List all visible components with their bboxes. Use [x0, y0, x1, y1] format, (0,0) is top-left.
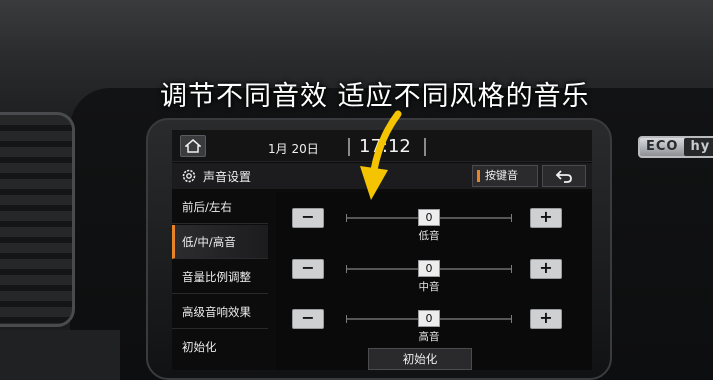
yellow-arrow-icon	[360, 110, 402, 200]
divider	[424, 138, 426, 156]
bass-label: 低音	[418, 230, 440, 242]
slider-tick	[346, 214, 347, 222]
treble-minus-button[interactable]: −	[292, 309, 324, 329]
caption-text: 调节不同音效 适应不同风格的音乐	[160, 81, 590, 112]
console-lower	[0, 330, 120, 380]
menu-item-label: 低/中/高音	[182, 235, 236, 249]
gear-icon	[182, 169, 196, 183]
reset-button[interactable]: 初始化	[368, 348, 472, 370]
mid-label: 中音	[418, 281, 440, 293]
menu-item-bass-mid-treble[interactable]: 低/中/高音	[172, 225, 268, 259]
menu-item-reset[interactable]: 初始化	[172, 330, 268, 364]
slider-tick	[346, 315, 347, 323]
menu-item-front-rear[interactable]: 前后/左右	[172, 190, 268, 224]
page-title: 声音设置	[203, 170, 252, 184]
treble-label: 高音	[418, 331, 440, 343]
equalizer-panel: − 0 低音 + − 0 中音 + − 0 高音 +	[276, 192, 592, 370]
mid-slider-thumb[interactable]: 0	[418, 260, 440, 277]
bass-row: − 0 低音 +	[276, 198, 592, 248]
date-display: 1月 20日	[268, 142, 319, 156]
slider-tick	[346, 265, 347, 273]
home-button[interactable]	[180, 135, 206, 157]
eco-badge-text: ECO	[646, 139, 679, 154]
slider-tick	[511, 214, 512, 222]
bass-plus-button[interactable]: +	[530, 208, 562, 228]
treble-row: − 0 高音 +	[276, 299, 592, 349]
mid-minus-button[interactable]: −	[292, 259, 324, 279]
home-icon	[185, 139, 201, 153]
air-vent	[0, 112, 75, 327]
slider-tick	[511, 315, 512, 323]
menu-item-label: 音量比例调整	[182, 270, 251, 284]
slider-tick	[511, 265, 512, 273]
bass-minus-button[interactable]: −	[292, 208, 324, 228]
eco-badge: ECO hy	[638, 136, 713, 158]
mid-row: − 0 中音 +	[276, 249, 592, 299]
menu-item-label: 初始化	[182, 340, 217, 354]
hy-badge-text: hy	[684, 138, 713, 156]
side-menu: 前后/左右 低/中/高音 音量比例调整 高级音响效果 初始化	[172, 190, 272, 370]
menu-item-label: 前后/左右	[182, 200, 232, 214]
back-button[interactable]	[542, 165, 586, 187]
mid-plus-button[interactable]: +	[530, 259, 562, 279]
keytone-indicator	[477, 170, 480, 182]
treble-plus-button[interactable]: +	[530, 309, 562, 329]
back-arrow-icon	[555, 170, 572, 183]
menu-item-advanced-sound[interactable]: 高级音响效果	[172, 295, 268, 329]
bass-slider-thumb[interactable]: 0	[418, 209, 440, 226]
menu-item-volume-ratio[interactable]: 音量比例调整	[172, 260, 268, 294]
keytone-label: 按键音	[485, 169, 518, 182]
treble-slider-thumb[interactable]: 0	[418, 310, 440, 327]
keytone-button[interactable]: 按键音	[472, 165, 538, 187]
menu-item-label: 高级音响效果	[182, 305, 251, 319]
